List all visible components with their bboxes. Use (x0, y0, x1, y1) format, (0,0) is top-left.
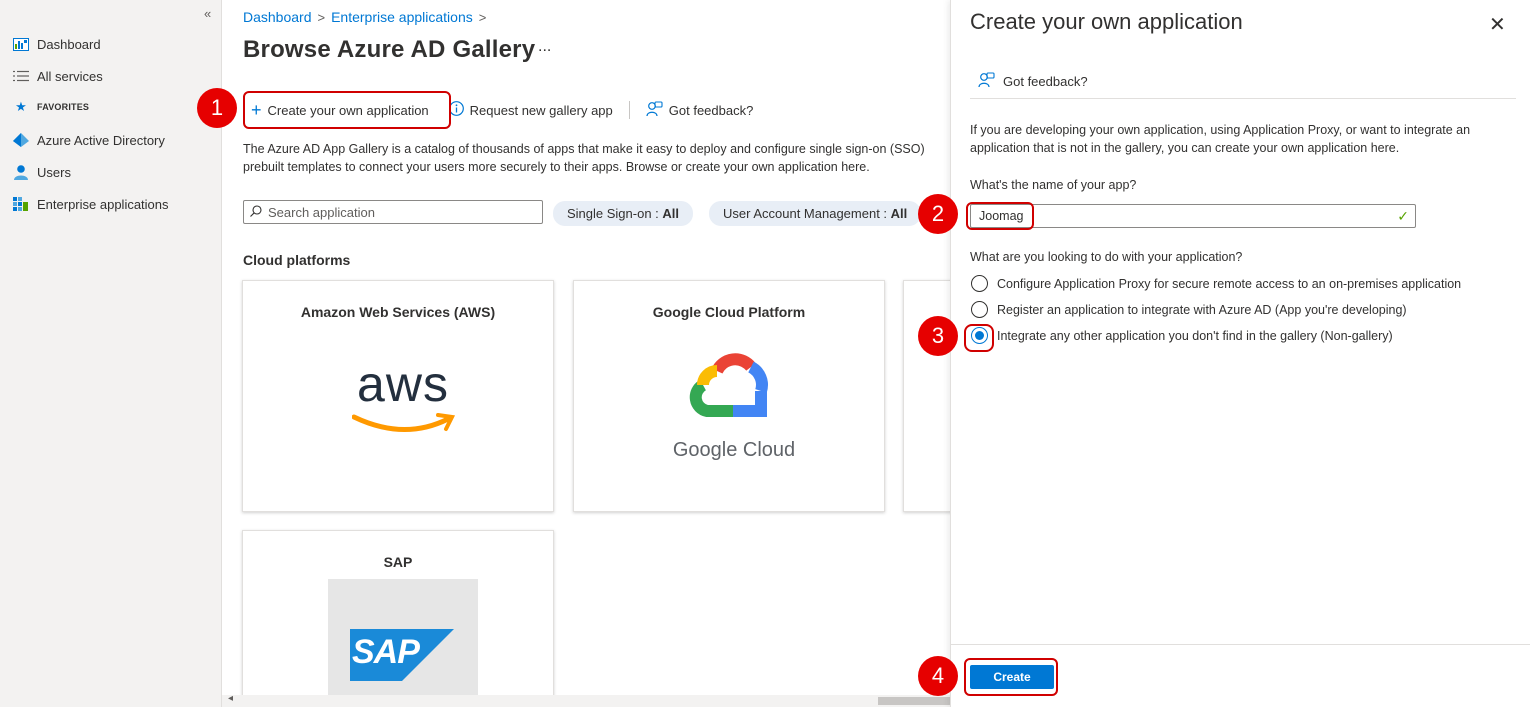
app-card-name: Amazon Web Services (AWS) (300, 304, 496, 320)
more-options-button[interactable]: ... (538, 38, 551, 56)
grid-apps-icon (12, 196, 30, 211)
search-icon (250, 204, 262, 220)
sidebar-item-label: Enterprise applications (37, 196, 169, 212)
chevron-right-icon: > (478, 9, 487, 25)
sidebar-item-label: Azure Active Directory (37, 132, 165, 148)
aws-logo: aws (328, 329, 478, 479)
feedback-icon (978, 72, 995, 91)
sap-logo-text: SAP (352, 633, 420, 671)
page-title: Browse Azure AD Gallery (243, 36, 536, 63)
create-application-panel: Create your own application ✕ Got feedba… (950, 0, 1530, 707)
callout-badge-3: 3 (918, 316, 958, 356)
app-card-name: SAP (383, 554, 413, 570)
app-name-input[interactable]: Joomag ✓ (970, 204, 1416, 228)
request-gallery-app-label: Request new gallery app (469, 102, 613, 118)
collapse-sidebar-button[interactable]: « (204, 6, 211, 21)
sidebar-item-dashboard[interactable]: Dashboard (12, 33, 101, 55)
filter-value: All (662, 206, 680, 221)
sidebar-item-enterprise-applications[interactable]: Enterprise applications (12, 193, 169, 215)
sidebar-item-all-services[interactable]: All services (12, 65, 103, 87)
user-icon (12, 164, 30, 180)
feedback-icon (646, 100, 663, 120)
panel-title: Create your own application (970, 9, 1243, 34)
breadcrumb-enterprise-applications[interactable]: Enterprise applications (331, 9, 473, 25)
dashboard-icon (12, 37, 30, 51)
sidebar-item-users[interactable]: Users (12, 161, 71, 183)
feedback-label: Got feedback? (1003, 74, 1088, 89)
google-cloud-logo-text: Google Cloud (672, 439, 796, 461)
request-gallery-app-button[interactable]: Request new gallery app (441, 96, 621, 124)
filter-label: User Account Management : (723, 206, 891, 221)
azure-portal: « Dashboard All services ★ FAVORITES Azu… (0, 0, 1530, 707)
callout-highlight-create (964, 658, 1058, 696)
search-application-input[interactable]: Search application (243, 200, 543, 224)
got-feedback-label: Got feedback? (668, 102, 754, 118)
app-card-name: Google Cloud Platform (652, 304, 806, 320)
option-register-application[interactable]: Register an application to integrate wit… (971, 301, 1407, 318)
callout-highlight-non-gallery (964, 324, 994, 352)
sidebar-item-label: All services (37, 68, 103, 84)
sap-logo: SAP (328, 579, 478, 707)
option-non-gallery[interactable]: Integrate any other application you don'… (971, 327, 1393, 344)
sidebar-item-azure-active-directory[interactable]: Azure Active Directory (12, 129, 165, 151)
sidebar-item-label: Dashboard (37, 36, 101, 52)
close-icon[interactable]: ✕ (1489, 12, 1506, 37)
sidebar: « Dashboard All services ★ FAVORITES Azu… (0, 0, 222, 707)
callout-badge-1: 1 (197, 88, 237, 128)
divider (970, 98, 1516, 99)
callout-badge-2: 2 (918, 194, 958, 234)
favorites-heading: ★ FAVORITES (12, 96, 89, 118)
filter-label: Single Sign-on : (567, 206, 663, 221)
aws-logo-text: aws (357, 356, 449, 412)
chevron-right-icon: > (317, 9, 326, 25)
favorites-label: FAVORITES (37, 102, 90, 112)
gallery-description: The Azure AD App Gallery is a catalog of… (243, 140, 950, 176)
option-label: Integrate any other application you don'… (997, 328, 1393, 343)
callout-highlight-app-name (966, 202, 1034, 230)
google-cloud-icon (689, 353, 768, 417)
google-cloud-logo: Google Cloud (659, 329, 809, 479)
scroll-left-icon[interactable]: ◂ (228, 693, 233, 704)
callout-badge-4: 4 (918, 656, 958, 696)
footer-divider (951, 644, 1530, 645)
toolbar-divider (628, 101, 630, 119)
description-line: The Azure AD App Gallery is a catalog of… (243, 142, 925, 156)
radio-button[interactable] (971, 301, 988, 318)
search-placeholder: Search application (268, 204, 375, 220)
app-card-aws[interactable]: Amazon Web Services (AWS) aws (242, 280, 554, 512)
single-sign-on-filter[interactable]: Single Sign-on : All (553, 201, 694, 226)
option-label: Configure Application Proxy for secure r… (997, 276, 1462, 291)
aws-smile-icon (352, 413, 456, 432)
option-application-proxy[interactable]: Configure Application Proxy for secure r… (971, 275, 1461, 292)
section-heading: Cloud platforms (243, 252, 351, 268)
panel-intro: If you are developing your own applicati… (970, 123, 1471, 155)
purpose-label: What are you looking to do with your app… (970, 250, 1243, 264)
list-icon (12, 69, 30, 83)
breadcrumb: Dashboard > Enterprise applications > (243, 9, 486, 25)
breadcrumb-dashboard[interactable]: Dashboard (243, 9, 312, 25)
sidebar-item-label: Users (37, 164, 71, 180)
radio-button[interactable] (971, 275, 988, 292)
user-account-management-filter[interactable]: User Account Management : All (709, 201, 922, 226)
star-icon: ★ (15, 99, 27, 114)
filter-value: All (890, 206, 908, 221)
description-line: prebuilt templates to connect your users… (243, 160, 870, 174)
option-label: Register an application to integrate wit… (997, 302, 1407, 317)
app-card-partial[interactable] (903, 280, 950, 512)
azure-ad-icon (12, 133, 30, 147)
scrollbar-thumb[interactable] (878, 697, 950, 705)
callout-highlight-create-own (243, 91, 451, 129)
got-feedback-button[interactable]: Got feedback? (638, 96, 762, 124)
panel-feedback-link[interactable]: Got feedback? (978, 72, 1088, 91)
app-name-label: What's the name of your app? (970, 178, 1137, 192)
app-card-google-cloud[interactable]: Google Cloud Platform Google Cloud (573, 280, 885, 512)
horizontal-scrollbar[interactable]: ◂ (222, 693, 950, 707)
checkmark-icon: ✓ (1397, 208, 1409, 224)
app-card-sap[interactable]: SAP SAP (242, 530, 554, 707)
